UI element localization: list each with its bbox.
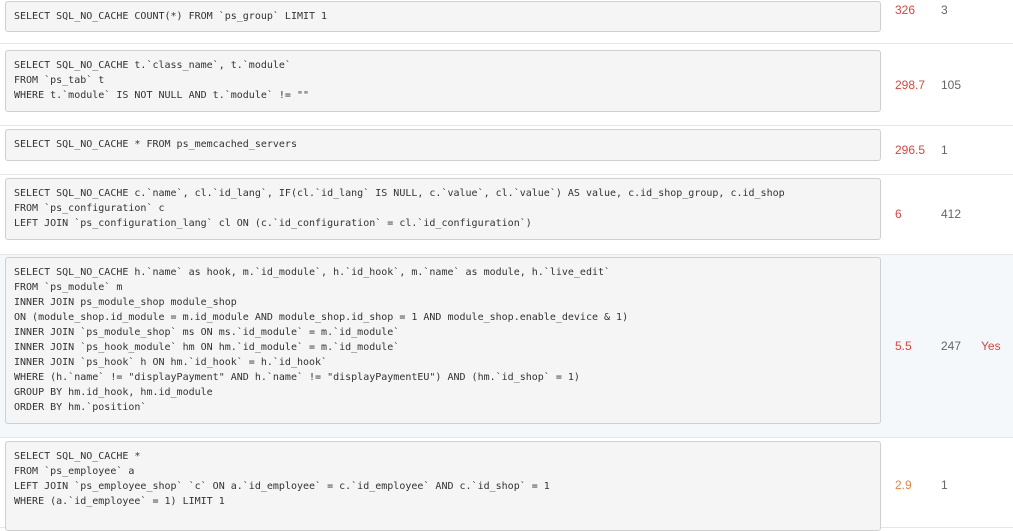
sql-query-text: SELECT SQL_NO_CACHE COUNT(*) FROM `ps_gr…	[5, 1, 881, 32]
query-time: 5.5	[895, 339, 912, 353]
query-time: 296.5	[895, 143, 926, 157]
query-row: SELECT SQL_NO_CACHE * FROM ps_memcached_…	[0, 126, 1013, 175]
query-time: 2.9	[895, 478, 912, 492]
query-rows: 3	[941, 3, 948, 17]
sql-query-text: SELECT SQL_NO_CACHE t.`class_name`, t.`m…	[5, 50, 881, 112]
sql-query-text: SELECT SQL_NO_CACHE * FROM `ps_employee`…	[5, 441, 881, 531]
query-row: SELECT SQL_NO_CACHE h.`name` as hook, m.…	[0, 255, 1013, 438]
query-rows: 1	[941, 478, 948, 492]
query-row: SELECT SQL_NO_CACHE COUNT(*) FROM `ps_gr…	[0, 0, 1013, 44]
query-time: 326	[895, 3, 916, 17]
sql-query-text: SELECT SQL_NO_CACHE h.`name` as hook, m.…	[5, 257, 881, 424]
sql-query-text: SELECT SQL_NO_CACHE * FROM ps_memcached_…	[5, 129, 881, 161]
query-time: 6	[895, 207, 902, 221]
query-rows: 105	[941, 78, 962, 92]
query-row: SELECT SQL_NO_CACHE * FROM `ps_employee`…	[0, 438, 1013, 531]
query-rows: 247	[941, 339, 962, 353]
query-index-flag: Yes	[981, 339, 1001, 353]
sql-query-text: SELECT SQL_NO_CACHE c.`name`, cl.`id_lan…	[5, 178, 881, 240]
query-row: SELECT SQL_NO_CACHE c.`name`, cl.`id_lan…	[0, 175, 1013, 255]
query-rows: 412	[941, 207, 962, 221]
query-time: 298.7	[895, 78, 926, 92]
query-rows: 1	[941, 143, 948, 157]
query-row: SELECT SQL_NO_CACHE t.`class_name`, t.`m…	[0, 44, 1013, 126]
